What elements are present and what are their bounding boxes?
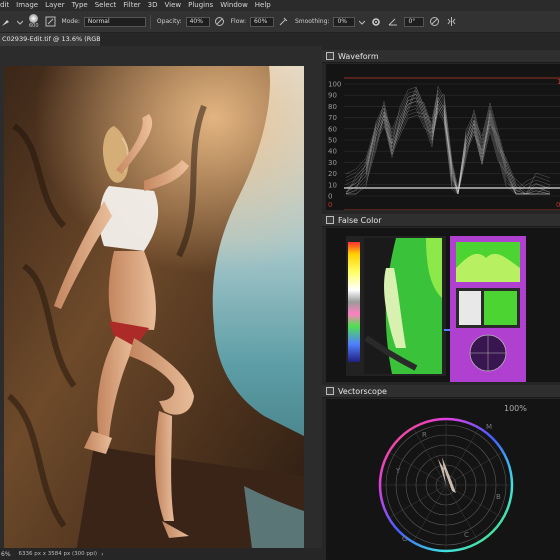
menu-plugins[interactable]: Plugins [188, 0, 213, 11]
opacity-label: Opacity: [156, 18, 182, 25]
document-tab[interactable]: C02939-Edit.tif @ 13.6% (RGB/16*) × [0, 33, 100, 46]
waveform-scale-label: 90 [328, 92, 337, 100]
waveform-scale-label: 70 [328, 114, 337, 122]
waveform-scale-label: 100 [328, 81, 341, 89]
separator [149, 14, 151, 29]
vectorscope-panel-title: Vectorscope [338, 386, 387, 396]
false-color-scale [348, 242, 360, 362]
waveform-scale-label: 10 [328, 181, 337, 189]
flow-field[interactable]: 60% [249, 16, 274, 27]
brush-chevron-icon[interactable] [17, 16, 23, 28]
vectorscope-graph: 100% R M B C G Y [378, 404, 527, 553]
pressure-opacity-icon[interactable] [214, 16, 226, 28]
menu-help[interactable]: Help [255, 0, 271, 11]
angle-field[interactable]: 0° [404, 16, 425, 27]
opacity-field[interactable]: 40% [185, 16, 210, 27]
brush-preview-icon [29, 14, 39, 23]
false-color-icon [326, 216, 334, 224]
menu-edit[interactable]: dit [0, 0, 9, 11]
options-bar: 600 Mode: Normal Opacity: 40% Flow: 60% … [0, 11, 560, 33]
brush-settings-icon[interactable] [45, 16, 57, 28]
brush-tool-icon[interactable] [0, 16, 12, 28]
waveform-scale-label: 50 [328, 137, 337, 145]
canvas-area[interactable] [0, 46, 322, 560]
menu-bar: dit Image Layer Type Select Filter 3D Vi… [0, 0, 560, 11]
false-color-panel [326, 228, 560, 382]
menu-filter[interactable]: Filter [123, 0, 140, 11]
document-dimensions: 6336 px x 3584 px (300 ppi) [18, 551, 98, 557]
vectorscope-target-g: G [402, 535, 407, 543]
brush-preset-picker[interactable]: 600 [29, 14, 39, 29]
menu-image[interactable]: Image [16, 0, 38, 11]
mode-select[interactable]: Normal [83, 16, 146, 27]
vectorscope-percent: 100% [504, 404, 527, 413]
menu-3d[interactable]: 3D [148, 0, 158, 11]
vectorscope-target-m: M [486, 423, 492, 431]
waveform-left-bottom: 0 [328, 201, 332, 209]
gear-icon[interactable] [370, 16, 382, 28]
waveform-trace-line [345, 103, 550, 195]
status-bar: 6% 6336 px x 3584 px (300 ppi) › [0, 548, 322, 560]
photo-illustration [4, 66, 304, 560]
waveform-panel-title: Waveform [338, 51, 379, 61]
airbrush-icon[interactable] [278, 16, 290, 28]
waveform-scale-label: 40 [328, 148, 337, 156]
menu-type[interactable]: Type [72, 0, 88, 11]
vectorscope-target-r: R [422, 431, 427, 439]
waveform-icon [326, 52, 334, 60]
flow-label: Flow: [230, 18, 246, 25]
vectorscope-trace [431, 447, 456, 493]
document-image[interactable] [4, 66, 304, 560]
false-color-view [346, 236, 526, 382]
status-menu-icon[interactable]: › [101, 551, 103, 558]
document-tab-bar: C02939-Edit.tif @ 13.6% (RGB/16*) × [0, 33, 560, 46]
smoothing-chevron-icon[interactable] [359, 16, 366, 28]
waveform-scale-label: 20 [328, 170, 337, 178]
menu-layer[interactable]: Layer [45, 0, 65, 11]
waveform-scale-label: 0 [328, 193, 332, 201]
waveform-panel-header[interactable]: Waveform [322, 50, 560, 63]
pressure-size-icon[interactable] [428, 16, 440, 28]
waveform-right-bottom: 0 [556, 201, 560, 209]
vectorscope-panel: 100% R M B C G Y [326, 399, 560, 560]
smoothing-field[interactable]: 0% [333, 16, 356, 27]
vectorscope-panel-header[interactable]: Vectorscope [322, 385, 560, 398]
vectorscope-target-c: C [464, 531, 469, 539]
mode-label: Mode: [61, 18, 80, 25]
false-color-panel-title: False Color [338, 215, 382, 225]
waveform-scale-label: 80 [328, 103, 337, 111]
waveform-scale-label: 60 [328, 125, 337, 133]
symmetry-icon[interactable] [445, 16, 457, 28]
false-color-panel-header[interactable]: False Color [322, 214, 560, 227]
smoothing-label: Smoothing: [294, 18, 330, 25]
document-tab-title: C02939-Edit.tif @ 13.6% (RGB/16*) [2, 35, 100, 43]
waveform-scale: 1009080706050403020100 [328, 81, 341, 201]
waveform-graph: 1009080706050403020100 1 0 0 [328, 77, 560, 211]
waveform-scale-label: 30 [328, 159, 337, 167]
menu-view[interactable]: View [164, 0, 181, 11]
vectorscope-target-b: B [496, 493, 501, 501]
menu-select[interactable]: Select [95, 0, 117, 11]
right-panels: Waveform 100 90 80 70 60 50 40 30 20 10 0 1 0 0 Fa… [322, 46, 560, 560]
menu-window[interactable]: Window [220, 0, 248, 11]
waveform-panel: 100 90 80 70 60 50 40 30 20 10 0 1 0 0 [326, 64, 560, 211]
angle-icon [387, 16, 399, 28]
vectorscope-target-y: Y [395, 467, 401, 475]
brush-size-value: 600 [29, 23, 39, 29]
zoom-level[interactable]: 6% [1, 551, 11, 558]
vectorscope-icon [326, 387, 334, 395]
